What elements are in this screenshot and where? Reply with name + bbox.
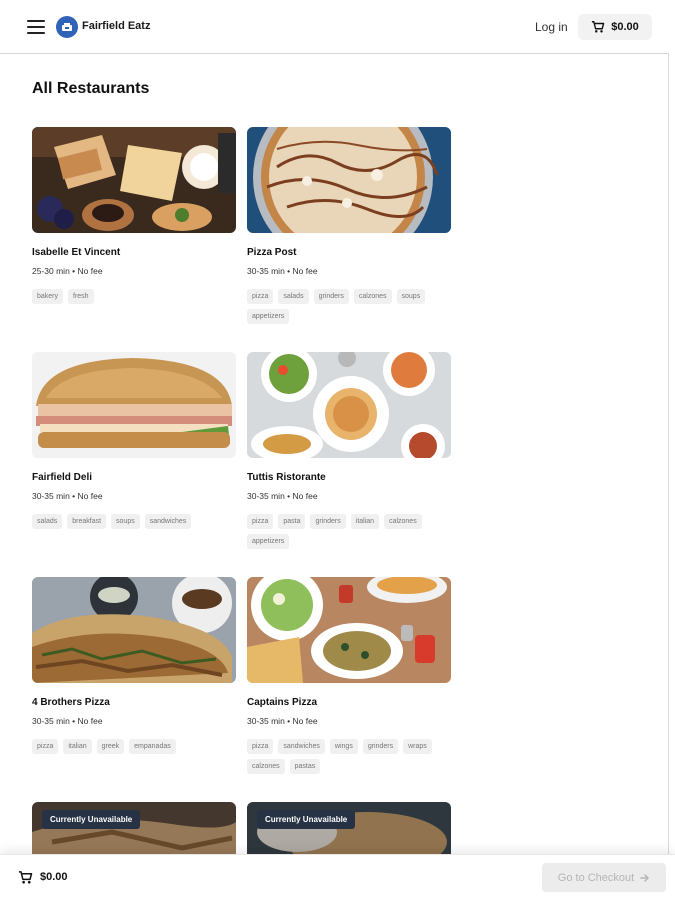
unavailable-badge: Currently Unavailable xyxy=(42,810,141,829)
tag: pizza xyxy=(32,739,59,754)
logo-icon xyxy=(62,23,72,31)
tag: greek xyxy=(96,739,125,754)
pizza-photo xyxy=(247,127,451,233)
shopping-cart-icon xyxy=(592,21,605,33)
restaurant-image[interactable] xyxy=(247,352,451,458)
page: Fairfield Eatz Log in $0.00 All Restaura… xyxy=(0,0,675,900)
bottom-cart-bar: $0.00 Go to Checkout xyxy=(0,854,675,900)
restaurant-image[interactable] xyxy=(32,577,236,683)
restaurant-card[interactable]: Fairfield Deli 30-35 min • No fee salads… xyxy=(32,352,236,529)
tag: pizza xyxy=(247,514,274,529)
checkout-button[interactable]: Go to Checkout xyxy=(542,863,666,892)
brand-logo[interactable] xyxy=(56,16,78,38)
tag: grinders xyxy=(310,514,346,529)
tag-list: salads breakfast soups sandwiches xyxy=(32,514,242,529)
unavailable-badge: Currently Unavailable xyxy=(257,810,356,829)
captains-food-photo xyxy=(247,577,451,683)
pastry-photo xyxy=(32,127,236,233)
tag: salads xyxy=(278,289,309,304)
tag: wings xyxy=(329,739,358,754)
hamburger-menu-icon[interactable] xyxy=(26,18,46,36)
restaurant-card[interactable]: Pizza Post 30-35 min • No fee pizza sala… xyxy=(247,127,451,324)
tag: pastas xyxy=(289,759,321,774)
tag: pizza xyxy=(247,739,274,754)
delivery-meta: 25-30 min • No fee xyxy=(32,266,103,276)
restaurant-name: Isabelle Et Vincent xyxy=(32,247,121,258)
restaurant-name: Tuttis Ristorante xyxy=(247,472,326,483)
login-link[interactable]: Log in xyxy=(535,20,568,34)
tag: soups xyxy=(111,514,140,529)
delivery-meta: 30-35 min • No fee xyxy=(247,266,318,276)
tag: calzones xyxy=(353,289,392,304)
tag: bakery xyxy=(32,289,64,304)
restaurant-image[interactable] xyxy=(32,127,236,233)
italian-dishes-photo xyxy=(247,352,451,458)
restaurant-image[interactable] xyxy=(32,352,236,458)
quesadilla-photo xyxy=(32,577,236,683)
arrow-right-icon xyxy=(640,873,649,882)
delivery-meta: 30-35 min • No fee xyxy=(32,716,103,726)
tag-list: bakery fresh xyxy=(32,289,242,304)
brand-name[interactable]: Fairfield Eatz xyxy=(82,20,150,32)
tag: empanadas xyxy=(129,739,176,754)
delivery-meta: 30-35 min • No fee xyxy=(32,491,103,501)
tag: fresh xyxy=(68,289,94,304)
restaurant-image[interactable] xyxy=(247,577,451,683)
tag: sandwiches xyxy=(278,739,325,754)
restaurant-card[interactable]: Captains Pizza 30-35 min • No fee pizza … xyxy=(247,577,451,774)
restaurant-name: Fairfield Deli xyxy=(32,472,93,483)
tag: appetizers xyxy=(247,309,290,324)
divider xyxy=(668,0,669,900)
page-title: All Restaurants xyxy=(32,80,150,97)
restaurant-name: Pizza Post xyxy=(247,247,297,258)
restaurant-name: Captains Pizza xyxy=(247,697,318,708)
tag: appetizers xyxy=(247,534,290,549)
restaurant-card[interactable]: 4 Brothers Pizza 30-35 min • No fee pizz… xyxy=(32,577,236,754)
tag-list: pizza salads grinders calzones soups app… xyxy=(247,289,457,324)
tag: sandwiches xyxy=(144,514,192,529)
tag: grinders xyxy=(362,739,399,754)
tag: wraps xyxy=(403,739,432,754)
tag-list: pizza sandwiches wings grinders wraps ca… xyxy=(247,739,457,774)
tag: calzones xyxy=(384,514,422,529)
tag-list: pizza italian greek empanadas xyxy=(32,739,242,754)
tag: italian xyxy=(63,739,92,754)
restaurant-image[interactable] xyxy=(247,127,451,233)
tag: soups xyxy=(396,289,426,304)
tag: calzones xyxy=(247,759,285,774)
tag: salads xyxy=(32,514,63,529)
restaurant-card[interactable]: Tuttis Ristorante 30-35 min • No fee piz… xyxy=(247,352,451,549)
cart-total: $0.00 xyxy=(40,871,68,883)
cart-total: $0.00 xyxy=(611,21,639,33)
restaurant-name: 4 Brothers Pizza xyxy=(32,697,110,708)
tag: pasta xyxy=(278,514,306,529)
delivery-meta: 30-35 min • No fee xyxy=(247,491,318,501)
checkout-label: Go to Checkout xyxy=(557,871,635,884)
tag-list: pizza pasta grinders italian calzones ap… xyxy=(247,514,457,549)
shopping-cart-icon[interactable] xyxy=(18,870,33,885)
cart-button[interactable]: $0.00 xyxy=(578,14,652,40)
tag: grinders xyxy=(313,289,349,304)
top-header: Fairfield Eatz Log in $0.00 xyxy=(0,0,669,54)
tag: breakfast xyxy=(67,514,107,529)
tag: pizza xyxy=(247,289,274,304)
restaurant-card[interactable]: Isabelle Et Vincent 25-30 min • No fee b… xyxy=(32,127,236,304)
delivery-meta: 30-35 min • No fee xyxy=(247,716,318,726)
tag: italian xyxy=(350,514,380,529)
sandwich-photo xyxy=(32,352,236,458)
